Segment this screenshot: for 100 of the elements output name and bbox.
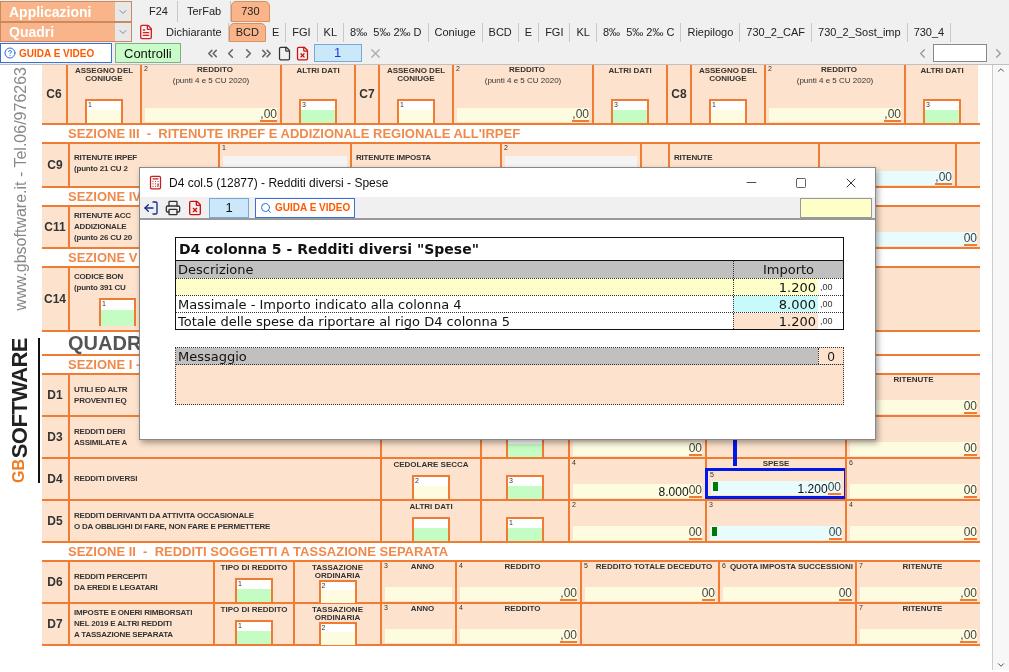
column-header: Descrizione (177, 261, 255, 278)
field-sublabel: (punti 4 e 5 CU 2020) (483, 76, 563, 85)
field-label: ASSEGNO DEL CONIUGE (385, 67, 447, 83)
table-cell-text: Massimale - Importo indicato alla colonna 4 (177, 296, 463, 312)
message-count: 0 (818, 348, 843, 364)
input-field[interactable]: 00 (723, 587, 852, 601)
tab[interactable]: KL (317, 22, 345, 42)
row-description: RITENUTE IRPEF (74, 153, 137, 163)
field-label: ASSEGNO DEL CONIUGE (73, 67, 135, 83)
row-description: ASSIMILATE A (74, 437, 128, 448)
row-code: C11 (44, 219, 66, 236)
tab[interactable]: Riepilogo (681, 22, 741, 42)
row-description: RITENUTE IMPOSTA (356, 153, 431, 163)
tab[interactable]: FGI (539, 22, 571, 42)
row-code: D4 (47, 471, 63, 488)
tab[interactable]: BCD (228, 22, 266, 42)
field-label: ALTRI DATI (607, 67, 653, 75)
input-field[interactable]: ,00 (145, 108, 277, 122)
field-label: REDDITO (820, 65, 858, 75)
section-heading: SEZIONE III - RITENUTE IRPEF E ADDIZIONALE REGIONALE ALL'IRPEF (68, 124, 521, 143)
tab[interactable]: E (518, 22, 540, 42)
tab[interactable]: BCD (482, 22, 519, 42)
table-cell-text: Totale delle spese da riportare al rigo D4 colonna 5 (177, 313, 512, 329)
tab[interactable]: 730_2_CAF (740, 22, 813, 42)
row-code: C9 (47, 157, 63, 174)
field-label: TIPO DI REDDITO (219, 564, 289, 572)
row-code: D6 (47, 574, 63, 591)
field-label: ALTRI DATI (919, 67, 965, 75)
tab[interactable]: E (265, 22, 287, 42)
table-title: D4 colonna 5 - Redditi diversi "Spese" (179, 239, 479, 259)
row-description: IMPOSTE E ONERI RIMBORSATI (74, 608, 193, 618)
tab[interactable]: Coniuge (428, 22, 483, 42)
page-field[interactable]: 1 (209, 197, 249, 218)
row-description: (punto 391 CU (74, 283, 126, 293)
row-code: C7 (359, 86, 375, 103)
input-field[interactable]: 00 (850, 442, 977, 456)
row-code: D7 (47, 616, 63, 633)
window-title: D4 col.5 (12877) - Redditi diversi - Spese (169, 174, 389, 192)
input-field[interactable]: 00 (573, 442, 702, 456)
row-description: O DA OBBLIGHI DI FARE, NON FARE E PERMETTERE (74, 521, 271, 532)
field-label: CEDOLARE SECCA (392, 461, 470, 469)
input-field[interactable]: 00 (850, 526, 977, 540)
input-field[interactable]: ,00 (457, 108, 589, 122)
input-field[interactable]: 8.00000 (573, 484, 702, 498)
row-description: (punto 21 CU 2 (74, 164, 128, 174)
field-label: ALTRI DATI (295, 67, 341, 75)
row-description: (punto 26 CU 20 (74, 233, 132, 243)
row-code: C14 (44, 291, 66, 308)
field-sublabel: (punti 4 e 5 CU 2020) (171, 76, 251, 85)
input-field[interactable]: 00 (710, 526, 842, 540)
row-description: RITENUTE (674, 153, 713, 163)
input-field[interactable]: ,00 (460, 587, 577, 601)
message-header: Messaggio (177, 348, 248, 364)
tab[interactable]: FGI (286, 22, 318, 42)
field-label: REDDITO TOTALE DECEDUTO (594, 562, 714, 572)
input-field[interactable]: ,00 (860, 629, 977, 643)
row-description: ADDIZIONALE (74, 222, 127, 232)
input-field[interactable]: ,00 (860, 587, 977, 601)
field-label: REDDITO (503, 562, 542, 572)
field-label: QUOTA IMPOSTA SUCCESSIONI (728, 562, 854, 572)
input-field[interactable]: 00 (573, 526, 702, 540)
field-label: TIPO DI REDDITO (219, 606, 289, 614)
controls-button[interactable]: Controlli (115, 43, 181, 63)
row-description: REDDITI DIVERSI (74, 474, 138, 484)
field-sublabel: (punti 4 e 5 CU 2020) (795, 76, 875, 85)
tab[interactable]: 730_2_Sost_imp (812, 22, 908, 42)
input-field[interactable]: ,00 (460, 629, 577, 643)
amount-field[interactable]: 1.200 (733, 279, 818, 295)
field-label: ALTRI DATI (408, 503, 454, 511)
input-field[interactable]: 1.20000 (711, 481, 841, 495)
row-description: REDDITI PERCEPITI (74, 571, 148, 582)
row-description: REDDITI DERIVANTI DA ATTIVITA OCCASIONALE (74, 510, 254, 521)
field-label: TASSAZIONE ORDINARIA (311, 564, 364, 580)
row-code: D3 (47, 429, 63, 446)
page-field[interactable]: 1 (313, 44, 362, 62)
tab[interactable]: KL (570, 22, 597, 42)
row-description: A TASSAZIONE SEPARATA (74, 630, 173, 640)
tab[interactable]: 8‰ 5‰ 2‰ D (344, 22, 429, 42)
website-text: www.gbsoftware.it - Tel.06/976263 (11, 67, 30, 311)
row-description: RITENUTE ACC (74, 211, 131, 221)
form-title: QUADR (68, 332, 142, 354)
field-label: ASSEGNO DEL CONIUGE (697, 67, 759, 83)
row-code: C6 (46, 86, 62, 103)
input-field[interactable]: 00 (850, 484, 977, 498)
row-code: D5 (47, 513, 63, 530)
tab[interactable]: 730_4 (907, 22, 952, 42)
tab[interactable]: 730 (231, 1, 270, 22)
row-description: PROVENTI EQ (74, 395, 127, 406)
amount-field: 1.200 (733, 313, 818, 329)
tab[interactable]: 8‰ 5‰ 2‰ C (596, 22, 682, 42)
row-code: C8 (671, 86, 687, 103)
section-heading: SEZIONE V (68, 248, 138, 267)
amount-field: 8.000 (733, 296, 818, 312)
field-label: REDDITO (503, 604, 542, 614)
input-field[interactable]: 00 (585, 587, 715, 601)
input-field[interactable]: ,00 (769, 108, 901, 122)
field-label: ANNO (409, 562, 436, 572)
tab[interactable]: Dichiarante (160, 22, 229, 42)
field-label: RITENUTE (901, 604, 944, 614)
row-code: D1 (47, 387, 63, 404)
